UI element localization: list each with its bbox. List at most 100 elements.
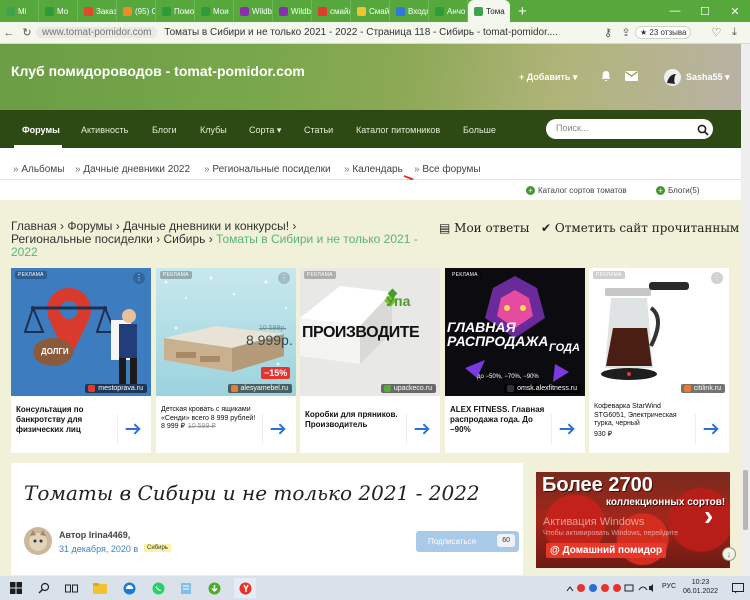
ad-text: Кофеварка StarWind STG6051, Электрическа… <box>594 403 692 439</box>
arrow-right-icon[interactable] <box>117 414 147 444</box>
ad-card[interactable]: ГЛАВНАЯ РАСПРОДАЖА ГОДА до −50%, −70%, −… <box>445 268 585 453</box>
subnav-albums[interactable]: » Альбомы <box>13 164 64 175</box>
browser-tab[interactable]: Смайл <box>351 0 390 22</box>
browser-tab[interactable]: Wildb <box>234 0 273 22</box>
ad-menu-icon[interactable]: ⋮ <box>133 272 145 284</box>
search-input[interactable]: Поиск... <box>546 119 713 139</box>
subnav-regional[interactable]: » Региональные посиделки <box>204 164 331 175</box>
search-icon[interactable] <box>36 580 52 596</box>
file-explorer-icon[interactable] <box>92 580 108 596</box>
yandex-browser-icon[interactable] <box>234 578 256 598</box>
browser-tab[interactable]: Анчо <box>429 0 468 22</box>
scrollbar-thumb[interactable] <box>743 470 748 530</box>
notepad-icon[interactable] <box>178 580 194 596</box>
browser-tab[interactable]: Mi <box>0 0 39 22</box>
browser-tab[interactable]: Мо <box>39 0 78 22</box>
ad-card[interactable]: ДОЛГИ РЕКЛАМА ⋮ mestoprava.ru Консультац… <box>11 268 151 453</box>
search-icon[interactable] <box>697 123 709 136</box>
ad-card[interactable]: Упа ПРОИЗВОДИТЕ РЕКЛАМА upackeco.ru Коро… <box>300 268 440 453</box>
catalog-link[interactable]: + Каталог сортов томатов <box>526 186 627 195</box>
mail-icon[interactable] <box>625 71 638 83</box>
browser-tab[interactable]: Входя <box>390 0 429 22</box>
clock[interactable]: 10:23 06.01.2022 <box>683 578 718 596</box>
nav-forums[interactable]: Форумы <box>22 125 60 135</box>
crumb-diaries[interactable]: Дачные дневники и конкурсы! <box>123 219 289 233</box>
nav-blogs[interactable]: Блоги <box>152 125 176 135</box>
refresh-icon[interactable]: ↻ <box>18 26 36 39</box>
ad-site-label: omsk.alexfitness.ru <box>517 385 577 392</box>
nav-articles[interactable]: Статьи <box>304 125 333 135</box>
ad-menu-icon[interactable]: ⋮ <box>711 272 723 284</box>
ad-card[interactable]: РЕКЛАМА ⋮ citilink.ru Кофеварка StarWind… <box>589 268 729 453</box>
chevron-right-icon[interactable]: › <box>704 500 713 532</box>
arrow-right-icon[interactable] <box>262 414 292 444</box>
back-arrow-icon[interactable]: ← <box>0 27 18 39</box>
subnav-diaries[interactable]: » Дачные дневники 2022 <box>75 164 190 175</box>
new-tab-button[interactable]: + <box>510 0 535 22</box>
system-tray-icons[interactable] <box>565 580 655 596</box>
browser-tab[interactable]: (95) О <box>117 0 156 22</box>
download-icon[interactable]: ⤓ <box>725 26 743 39</box>
key-icon[interactable]: ⚷ <box>599 26 617 39</box>
ad-tag: РЕКЛАМА <box>449 271 481 279</box>
ad-description: Детская кровать с ящиками «Сенди» всего … <box>161 406 256 422</box>
torrent-icon[interactable] <box>206 580 222 596</box>
arrow-right-icon[interactable] <box>551 414 581 444</box>
url-field[interactable]: www.tomat-pomidor.com Томаты в Сибири и … <box>36 27 581 38</box>
breadcrumb: Главная › Форумы › Дачные дневники и кон… <box>11 219 418 259</box>
ad-tag: РЕКЛАМА <box>15 271 47 279</box>
avatar-small[interactable] <box>664 69 681 88</box>
ad-site-badge: upackeco.ru <box>380 384 436 393</box>
ad-card[interactable]: 10 599р. 8 999р. −15% РЕКЛАМА ⋮ alesyame… <box>156 268 296 453</box>
browser-tab[interactable]: Заказ <box>78 0 117 22</box>
ad-image: 10 599р. 8 999р. −15% <box>156 268 296 396</box>
bookmark-icon[interactable]: ♡ <box>707 26 725 39</box>
arrow-right-icon[interactable] <box>406 414 436 444</box>
browser-tab[interactable]: смайл <box>312 0 351 22</box>
language-indicator[interactable]: РУС <box>662 583 676 590</box>
browser-tab[interactable]: Помо <box>156 0 195 22</box>
notifications-icon[interactable] <box>730 580 746 596</box>
close-window-button[interactable]: ✕ <box>720 0 750 22</box>
subscribe-button[interactable]: Подписаться 60 <box>416 531 519 552</box>
avatar[interactable] <box>24 527 52 555</box>
ad-image-badges: до −50%, −70%, −90% <box>477 374 539 380</box>
nav-varieties[interactable]: Сорта ▾ <box>249 125 281 136</box>
nav-nursery-catalog[interactable]: Каталог питомников <box>356 125 440 135</box>
reviews-badge[interactable]: ★ 23 отзыва <box>635 26 692 39</box>
edge-icon[interactable] <box>121 580 137 596</box>
maximize-button[interactable]: ☐ <box>690 0 720 22</box>
nav-more[interactable]: Больше <box>463 125 496 135</box>
topic-author[interactable]: Автор Irina4469, <box>59 530 130 540</box>
site-title[interactable]: Клуб помидороводов - tomat-pomidor.com <box>11 63 305 79</box>
mark-read-link[interactable]: ✔ Отметить сайт прочитанным <box>541 221 739 235</box>
bell-icon[interactable] <box>600 70 612 84</box>
my-replies-link[interactable]: ▤ Мои ответы <box>439 221 529 235</box>
crumb-regional[interactable]: Региональные посиделки <box>11 232 153 246</box>
ad-menu-icon[interactable]: ⋮ <box>278 272 290 284</box>
windows-start-icon[interactable] <box>8 580 24 596</box>
browser-tab[interactable]: Мои <box>195 0 234 22</box>
subnav-all-forums[interactable]: » Все форумы <box>414 164 481 175</box>
crumb-forums[interactable]: Форумы <box>67 219 112 233</box>
username-menu[interactable]: Sasha55 ▾ <box>686 72 730 83</box>
share-icon[interactable]: ⇪ <box>617 26 635 39</box>
arrow-right-icon[interactable] <box>695 414 725 444</box>
browser-tab[interactable]: Тома✕ <box>468 0 510 22</box>
nav-activity[interactable]: Активность <box>81 125 128 135</box>
minimize-button[interactable]: — <box>660 0 690 22</box>
crumb-home[interactable]: Главная <box>11 219 57 233</box>
scroll-down-icon[interactable]: ↓ <box>722 547 736 561</box>
crumb-siberia[interactable]: Сибирь <box>164 232 206 246</box>
ad-image-text: ПРОИЗВОДИТЕ <box>302 324 420 341</box>
task-view-icon[interactable] <box>63 580 79 596</box>
browser-tab[interactable]: Wildb <box>273 0 312 22</box>
whatsapp-icon[interactable] <box>150 580 166 596</box>
topic-date[interactable]: 31 декабря, 2020 в <box>59 544 138 554</box>
subscribe-label: Подписаться <box>428 537 476 546</box>
tab-label: Помо <box>174 6 195 16</box>
nav-clubs[interactable]: Клубы <box>200 125 227 135</box>
blogs-link[interactable]: + Блоги(5) <box>656 186 700 195</box>
add-button[interactable]: + Добавить ▾ <box>519 72 577 83</box>
topic-tag[interactable]: Сибирь <box>144 544 171 552</box>
